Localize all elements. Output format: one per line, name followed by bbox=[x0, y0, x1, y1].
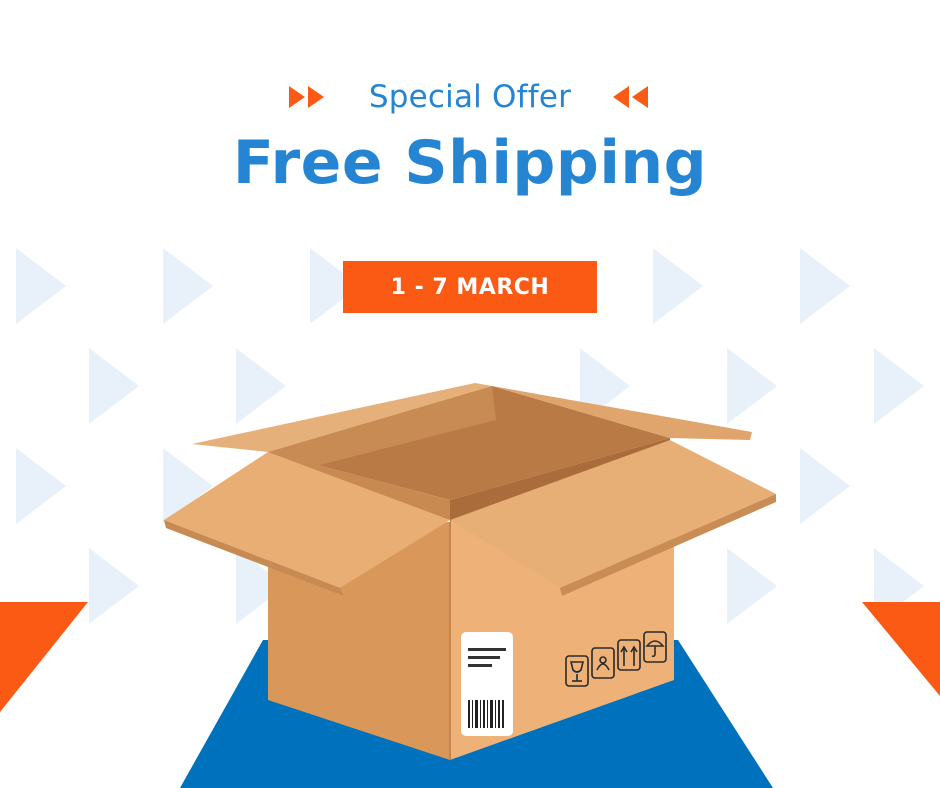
orange-triangle-left bbox=[0, 602, 88, 712]
box-scene bbox=[0, 383, 940, 788]
orange-triangle-right bbox=[862, 602, 940, 696]
shipping-label bbox=[461, 632, 513, 736]
